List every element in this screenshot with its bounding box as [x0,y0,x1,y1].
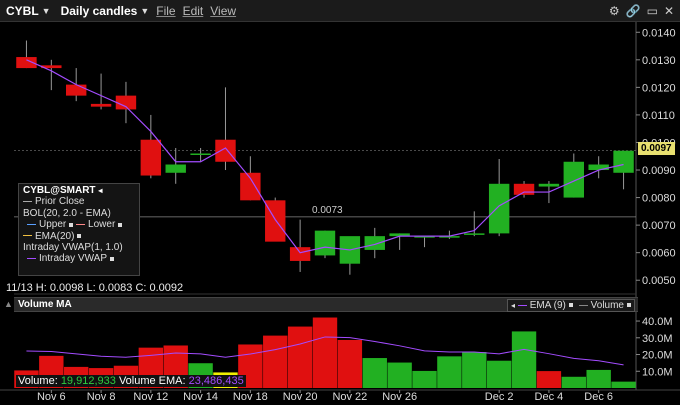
candle-body [613,150,634,173]
time-tick-label: Nov 14 [183,391,218,403]
candle-body [563,161,585,198]
candle-body [165,164,186,173]
candle-body [488,183,510,234]
volume-bar [611,381,636,388]
volume-tick-label: 30.0M [642,333,673,345]
volume-bar [462,352,487,388]
price-tick-label: 0.0060 [642,248,676,260]
legend-vwap-line[interactable]: Intraday VWAP [23,253,135,264]
candle-body [289,247,311,261]
volume-bar [437,356,462,388]
volume-bar [412,370,437,388]
price-tick-label: 0.0110 [642,110,675,122]
volume-tick-label: 40.0M [642,316,673,328]
legend-prior-close[interactable]: Prior Close [23,196,135,207]
price-tick-label: 0.0130 [642,55,676,67]
candle-body [364,236,385,250]
candle-body [90,103,112,107]
candle-body [314,230,336,256]
price-tick-label: 0.0140 [642,27,676,39]
legend-title: CYBL@SMART ◂ [23,185,103,196]
candle-body [215,139,236,162]
time-tick-label: Nov 26 [382,391,417,403]
legend-bollinger[interactable]: BOL(20, 2.0 - EMA) [23,208,135,219]
legend-bands[interactable]: Upper Lower [23,219,135,230]
volume-tick-label: 10.0M [642,366,673,378]
volume-legend[interactable]: ◂ EMA (9) Volume [506,299,635,312]
volume-bar [511,331,537,388]
candle-body [140,139,162,176]
volume-readout: Volume: 19,912,933 Volume EMA: 23,486,43… [16,375,246,387]
time-tick-label: Dec 2 [485,391,514,403]
time-tick-label: Dec 6 [584,391,613,403]
time-tick-label: Dec 4 [535,391,564,403]
candle-body [190,153,211,155]
time-tick-label: Nov 8 [87,391,116,403]
legend-ema[interactable]: EMA(20) [23,231,135,242]
time-tick-label: Nov 6 [37,391,66,403]
volume-bar [312,317,338,388]
candle-body [240,172,261,201]
time-tick-label: Nov 20 [283,391,318,403]
price-tick-label: 0.0070 [642,220,676,232]
volume-bar [287,326,313,388]
price-tick-label: 0.0050 [642,275,676,287]
volume-bar [337,339,363,388]
price-tick-label: 0.0090 [642,165,676,177]
current-price-tag: 0.0097 [638,142,675,155]
candle-body [588,164,609,171]
time-tick-label: Nov 12 [133,391,168,403]
legend-vwap[interactable]: Intraday VWAP(1, 1.0) [23,242,135,253]
volume-bar [387,362,412,388]
time-tick-label: Nov 18 [233,391,268,403]
panel-collapse-icon[interactable]: ▲ [4,299,13,309]
candle-body [464,233,485,235]
volume-tick-label: 20.0M [642,350,673,362]
prior-close-label: 0.0073 [312,205,343,216]
indicator-legend: CYBL@SMART ◂ Prior Close BOL(20, 2.0 - E… [18,183,140,276]
volume-bar [561,376,586,388]
price-tick-label: 0.0120 [642,82,676,94]
candle-body [65,84,87,96]
ohlc-readout: 11/13 H: 0.0098 L: 0.0083 C: 0.0092 [6,282,184,294]
candle-body [513,183,535,195]
volume-bar [536,371,562,388]
candle-body [538,183,560,187]
price-tick-label: 0.0080 [642,193,676,205]
volume-panel-header: Volume MA ◂ EMA (9) Volume [14,297,638,312]
volume-bar [263,335,288,388]
volume-bar [362,358,387,388]
candle-body [265,200,286,242]
volume-bar [586,369,611,388]
volume-bar [486,360,512,388]
time-tick-label: Nov 22 [332,391,367,403]
volume-panel-title: Volume MA [18,299,72,310]
